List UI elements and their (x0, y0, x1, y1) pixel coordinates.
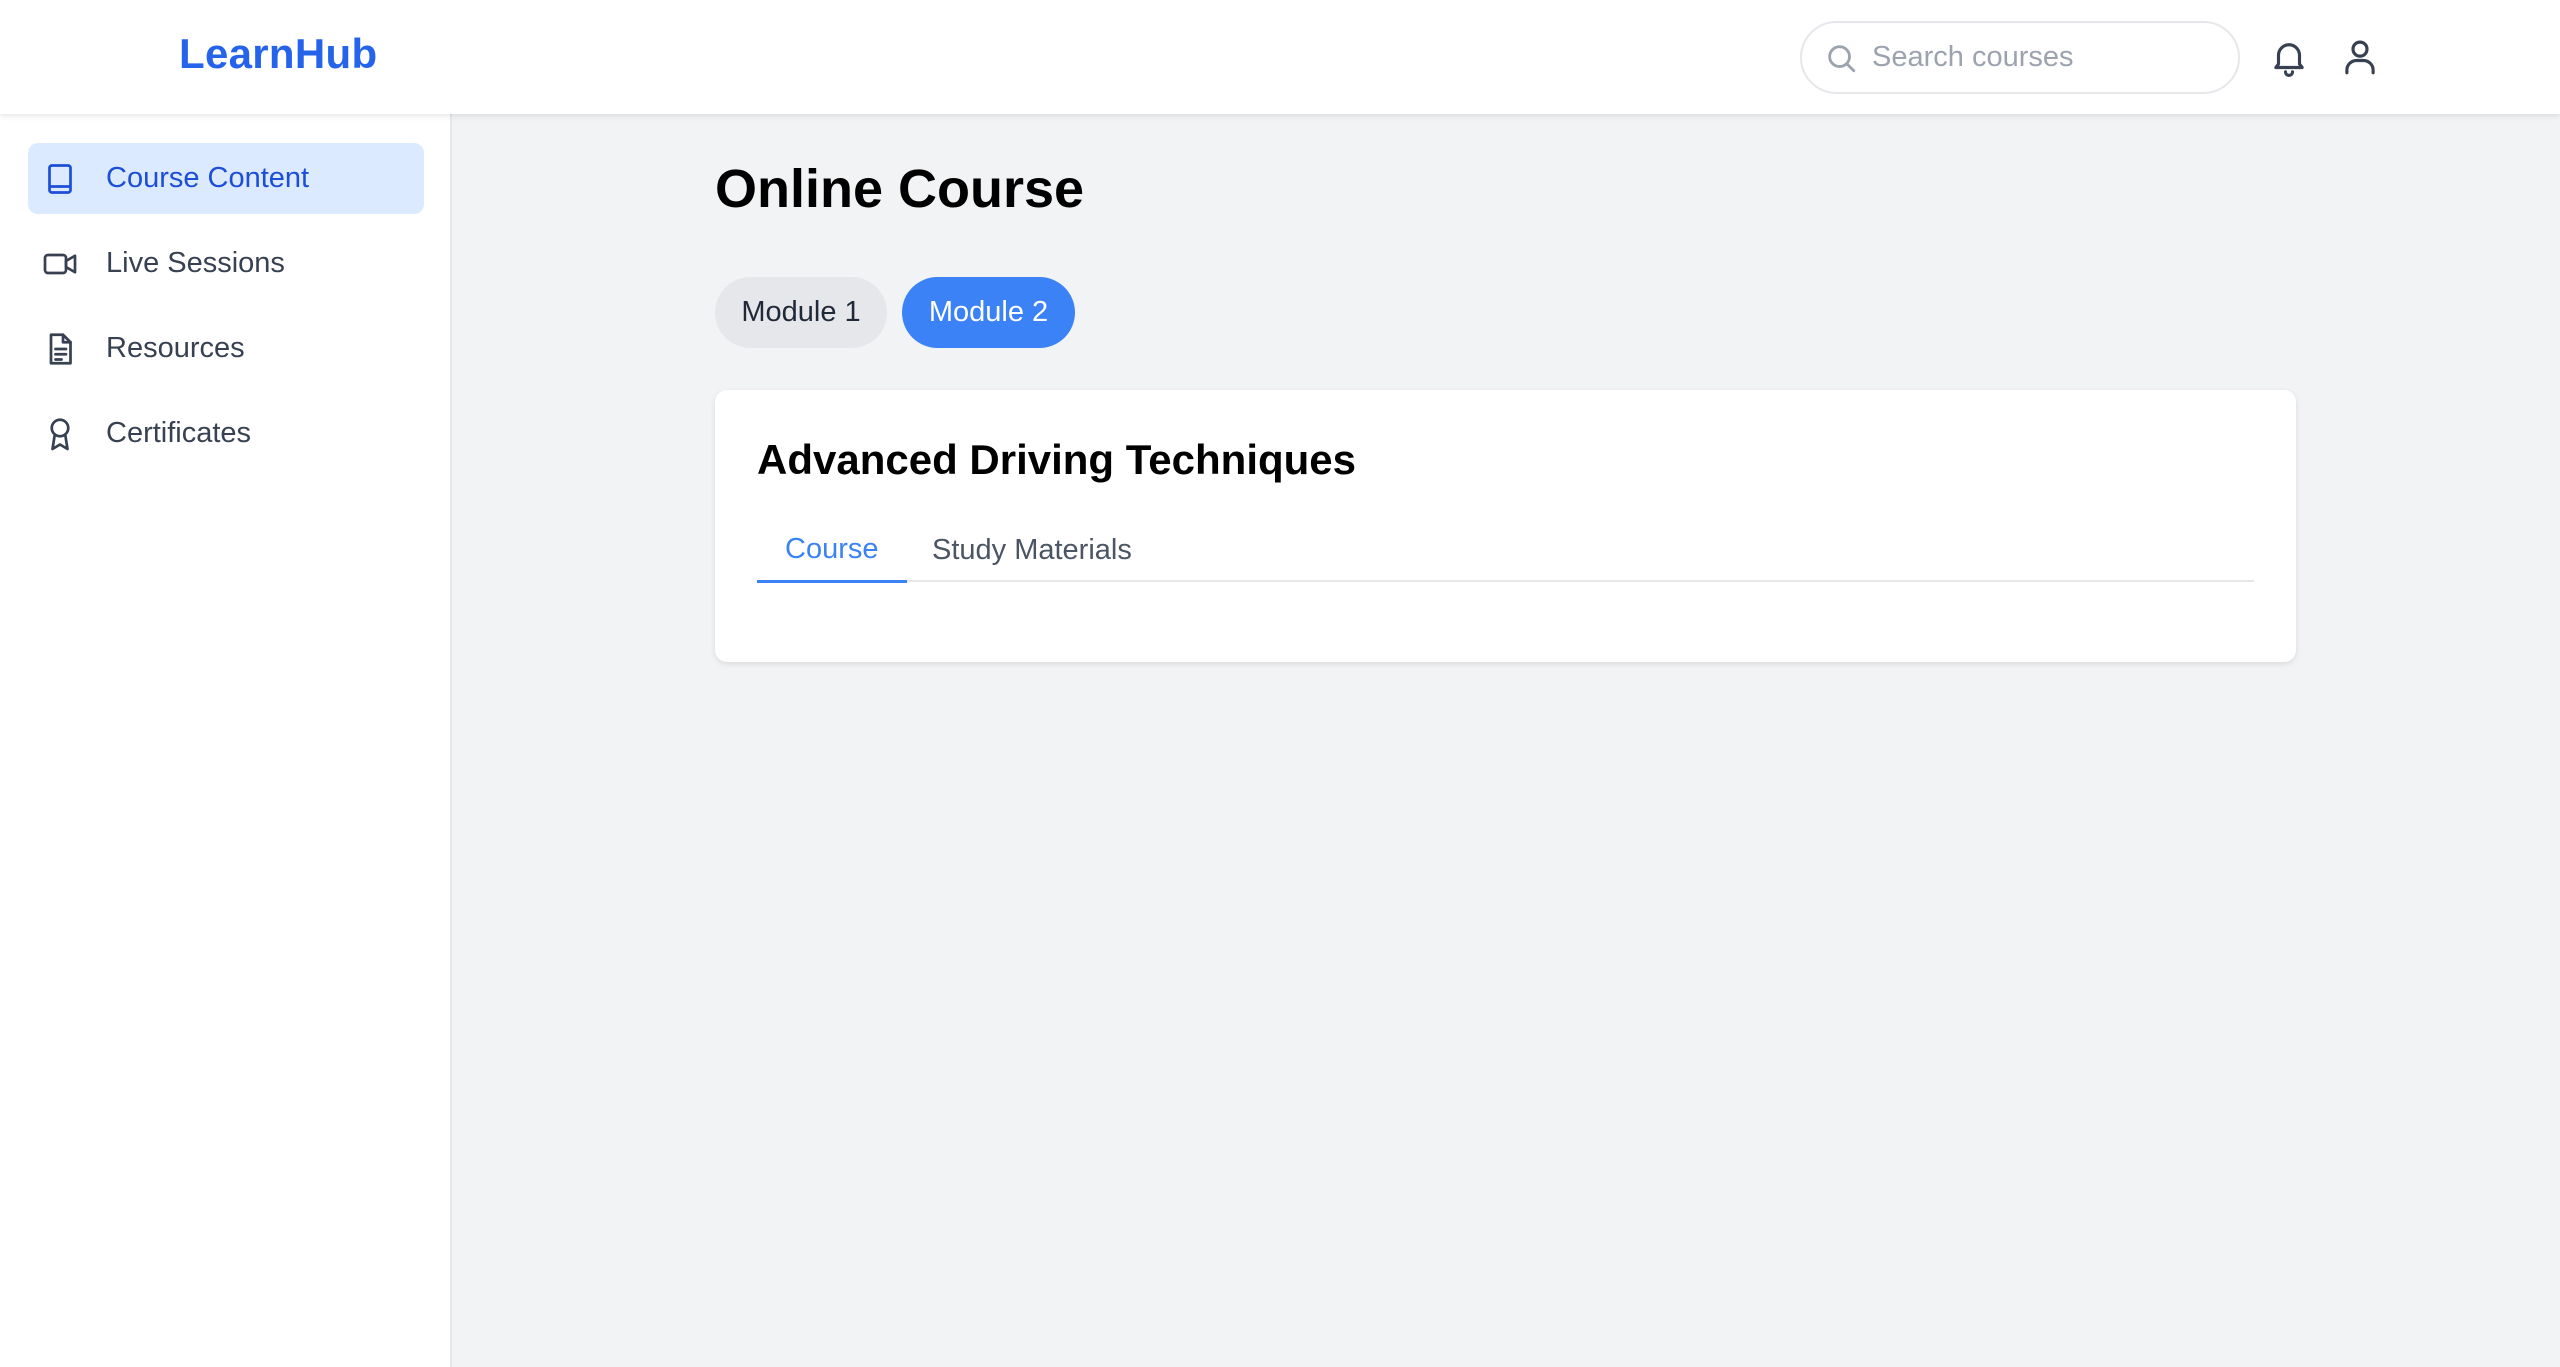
course-card: Advanced Driving Techniques Course Study… (715, 390, 2296, 662)
sidebar-item-label: Certificates (106, 417, 252, 449)
module-1-button[interactable]: Module 1 (715, 277, 887, 348)
award-icon (50, 417, 70, 450)
sidebar-item-label: Live Sessions (106, 247, 285, 279)
tab-study-materials[interactable]: Study Materials (904, 518, 1160, 582)
top-header: LearnHub (0, 0, 2560, 114)
user-icon (2345, 40, 2375, 75)
sidebar: Course Content Live Sessions Resources C… (0, 114, 452, 1367)
sidebar-item-live-sessions[interactable]: Live Sessions (28, 228, 424, 299)
app-logo[interactable]: LearnHub (179, 30, 377, 78)
tab-course[interactable]: Course (757, 518, 907, 583)
search-box[interactable] (1800, 21, 2240, 94)
module-2-button[interactable]: Module 2 (902, 277, 1075, 348)
sidebar-item-resources[interactable]: Resources (28, 313, 424, 384)
sidebar-item-course-content[interactable]: Course Content (28, 143, 424, 214)
sidebar-item-certificates[interactable]: Certificates (28, 398, 424, 469)
video-icon (43, 253, 77, 274)
course-title: Advanced Driving Techniques (757, 436, 1357, 483)
search-input[interactable] (1872, 41, 2232, 74)
bell-icon (2274, 43, 2304, 77)
sidebar-item-label: Resources (106, 332, 245, 364)
page-title: Online Course (715, 159, 1085, 219)
document-icon (49, 332, 72, 365)
notifications-button[interactable] (2267, 34, 2311, 80)
search-icon (1828, 44, 1856, 72)
course-tabs: Course Study Materials (757, 518, 2254, 583)
profile-button[interactable] (2338, 34, 2382, 80)
book-icon (48, 163, 72, 194)
sidebar-item-label: Course Content (106, 162, 310, 194)
